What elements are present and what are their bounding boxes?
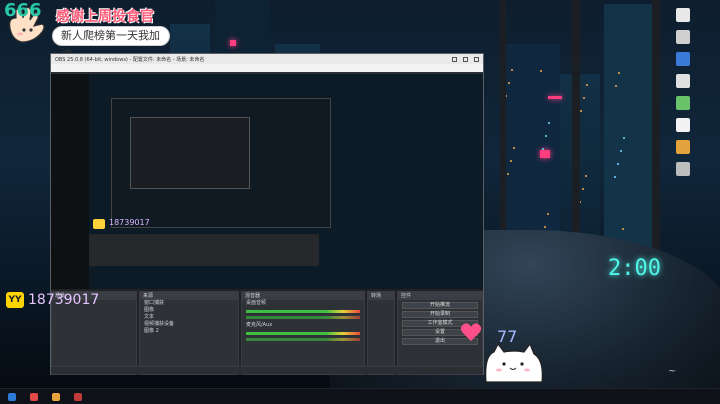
start-recording-button[interactable]: 开始录制 bbox=[402, 311, 478, 318]
building-light bbox=[545, 135, 547, 137]
desktop-icon-file[interactable] bbox=[676, 30, 690, 44]
building-light bbox=[622, 228, 624, 230]
building-light bbox=[513, 147, 515, 149]
nested-preview-2 bbox=[130, 117, 250, 189]
sources-dock[interactable]: 来源 窗口捕获 图像 文本 视频捕获设备 图像 2 bbox=[139, 291, 239, 375]
desktop-icon-file[interactable] bbox=[676, 74, 690, 88]
building-light bbox=[511, 69, 513, 71]
building-light bbox=[618, 72, 620, 74]
mixer-channel-label: 桌面音频 bbox=[246, 300, 267, 306]
windows-icon bbox=[8, 392, 16, 401]
nested-docks bbox=[89, 234, 319, 266]
source-item[interactable]: 文本 bbox=[140, 314, 238, 321]
source-item[interactable]: 视频捕获设备 bbox=[140, 321, 238, 328]
desktop-icon-file[interactable] bbox=[676, 162, 690, 176]
source-item[interactable]: 图像 2 bbox=[140, 328, 238, 335]
cat-mascot-icon bbox=[485, 342, 543, 383]
neon-clock: 2:00 bbox=[608, 256, 661, 281]
building-light bbox=[540, 70, 542, 72]
building-light bbox=[510, 160, 512, 162]
building-light bbox=[547, 213, 549, 215]
building-light bbox=[620, 150, 622, 152]
taskbar bbox=[0, 388, 720, 404]
desktop-icon-file[interactable] bbox=[676, 8, 690, 22]
neon-sign bbox=[540, 150, 550, 158]
desktop-icons bbox=[654, 2, 712, 184]
mixer-header: 混音器 bbox=[242, 292, 364, 300]
building-light bbox=[582, 188, 584, 190]
nested-preview bbox=[111, 98, 331, 228]
desktop-icon-app[interactable] bbox=[676, 96, 690, 110]
building-light bbox=[508, 82, 510, 84]
start-button[interactable] bbox=[4, 391, 20, 403]
obs-menubar[interactable] bbox=[51, 64, 483, 72]
obs-docks: 场景 来源 窗口捕获 图像 文本 视频捕获设备 图像 2 混音器 桌面音频 麦克… bbox=[51, 289, 483, 375]
close-icon[interactable] bbox=[474, 56, 479, 62]
building-light bbox=[544, 226, 546, 228]
sources-header: 来源 bbox=[140, 292, 238, 300]
building-light bbox=[542, 148, 544, 150]
minimize-icon[interactable] bbox=[452, 56, 457, 62]
overlay-thanks-title: 感谢上周投食官 bbox=[56, 9, 154, 25]
audio-meter bbox=[246, 332, 360, 335]
yy-room-overlay: YY 18739017 bbox=[6, 292, 99, 308]
app-icon bbox=[30, 392, 38, 401]
room-id: 18739017 bbox=[28, 292, 100, 308]
artist-signature: ~ bbox=[668, 366, 677, 377]
overlay-banner: 666 感谢上周投食官 新人爬榜第一天我加油 bbox=[0, 0, 200, 60]
taskbar-app[interactable] bbox=[26, 391, 42, 403]
building-light bbox=[585, 175, 587, 177]
volume-slider[interactable] bbox=[246, 316, 360, 319]
obs-statusbar bbox=[51, 366, 483, 374]
nested-room-id: 18739017 bbox=[109, 218, 150, 227]
obs-window[interactable]: OBS 25.0.8 (64-bit, windows) - 配置文件: 未命名… bbox=[50, 53, 484, 375]
neon-sign bbox=[548, 96, 562, 99]
building-light bbox=[583, 97, 585, 99]
obs-titlebar[interactable]: OBS 25.0.8 (64-bit, windows) - 配置文件: 未命名… bbox=[51, 54, 483, 64]
source-item[interactable]: 窗口捕获 bbox=[140, 300, 238, 307]
building-light bbox=[586, 84, 588, 86]
taskbar-app[interactable] bbox=[70, 391, 86, 403]
mixer-dock[interactable]: 混音器 桌面音频 麦克风/Aux bbox=[241, 291, 365, 375]
neon-sign bbox=[230, 40, 236, 46]
desktop: 2:00 666 感谢上周投食官 新人爬榜第一天我加油 OBS 25.0.8 (… bbox=[0, 0, 720, 404]
app-icon bbox=[74, 392, 82, 401]
volume-slider[interactable] bbox=[246, 338, 360, 341]
start-streaming-button[interactable]: 开始推流 bbox=[402, 302, 478, 309]
nested-yy-logo bbox=[93, 219, 105, 229]
controls-header: 控件 bbox=[398, 292, 482, 300]
building-light bbox=[615, 85, 617, 87]
audio-meter bbox=[246, 310, 360, 313]
source-item[interactable]: 图像 bbox=[140, 307, 238, 314]
building-light bbox=[507, 173, 509, 175]
mixer-channel-label: 麦克风/Aux bbox=[246, 322, 273, 328]
desktop-icon-app[interactable] bbox=[676, 140, 690, 154]
transitions-dock[interactable]: 转场 bbox=[367, 291, 395, 375]
building-light bbox=[614, 176, 616, 178]
heart-icon bbox=[460, 323, 482, 341]
building-light bbox=[617, 163, 619, 165]
app-icon bbox=[52, 392, 60, 401]
taskbar-app[interactable] bbox=[48, 391, 64, 403]
desktop-icon-app[interactable] bbox=[676, 52, 690, 66]
transitions-header: 转场 bbox=[368, 292, 394, 300]
maximize-icon[interactable] bbox=[463, 56, 468, 62]
overlay-counter: 666 bbox=[4, 0, 42, 21]
obs-title: OBS 25.0.8 (64-bit, windows) - 配置文件: 未命名… bbox=[55, 56, 205, 63]
desktop-icon-file[interactable] bbox=[676, 118, 690, 132]
building-light bbox=[623, 137, 625, 139]
yy-logo-icon: YY bbox=[6, 292, 24, 308]
building-light bbox=[580, 110, 582, 112]
building-light bbox=[548, 122, 550, 124]
overlay-subtitle: 新人爬榜第一天我加油 bbox=[52, 26, 170, 60]
